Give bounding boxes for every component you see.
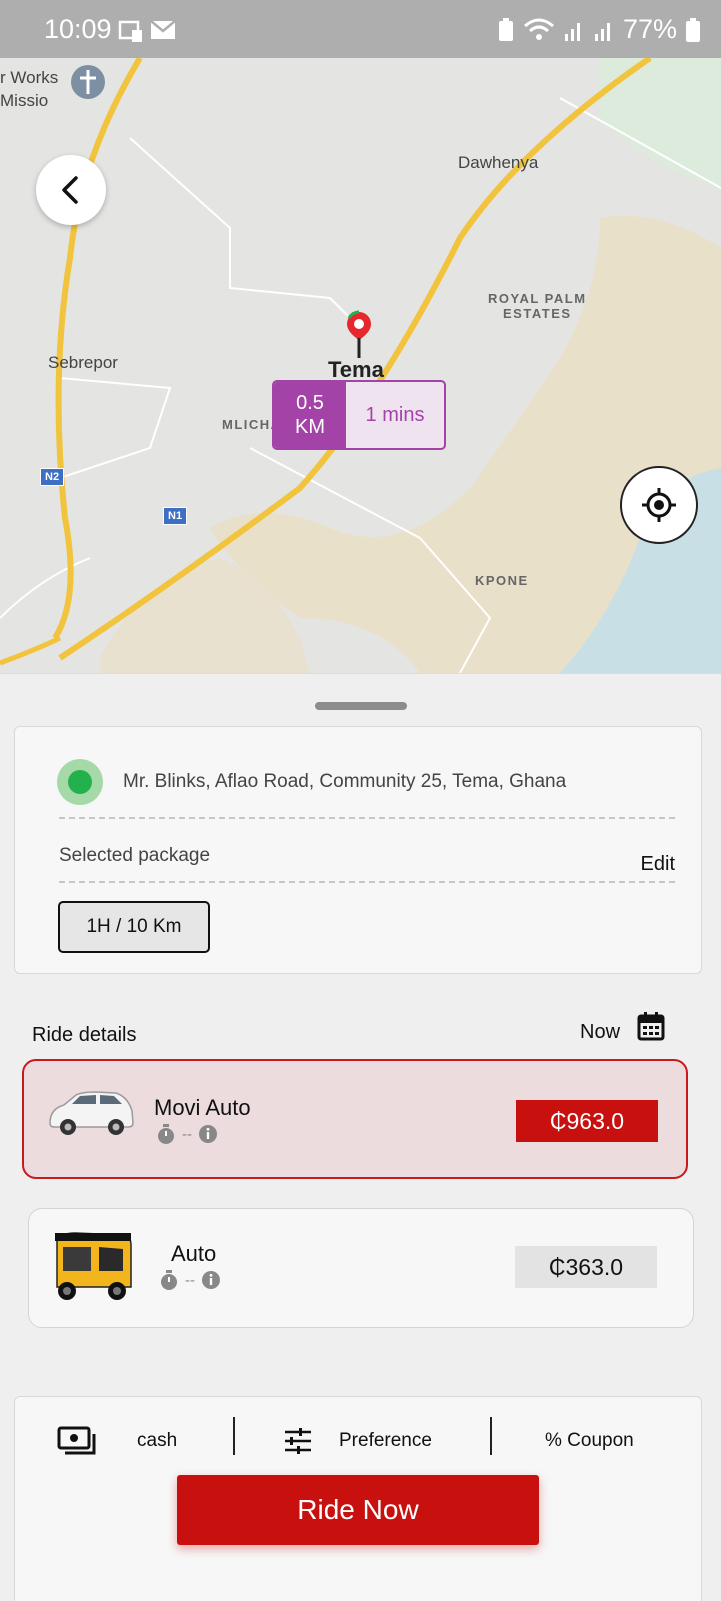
status-time: 10:09 — [44, 14, 112, 44]
signal-icon — [564, 22, 580, 41]
my-location-button[interactable] — [620, 466, 698, 544]
status-right: 77% — [497, 14, 701, 45]
eta-distance-unit: KM — [295, 416, 325, 438]
preference-label: Preference — [339, 1430, 432, 1451]
map-view[interactable]: r Works Missio Dawhenya Sebrepor ROYAL P… — [0, 58, 721, 673]
ride-option-name: Auto — [171, 1241, 217, 1266]
stopwatch-icon — [161, 1270, 177, 1290]
map-label-sebrepor: Sebrepor — [48, 353, 118, 372]
payment-method-button[interactable]: cash — [57, 1421, 177, 1461]
chevron-left-icon — [62, 176, 78, 204]
preference-button[interactable]: Preference — [283, 1421, 432, 1461]
cash-icon — [57, 1426, 96, 1455]
ride-now-button[interactable]: Ride Now — [177, 1475, 539, 1545]
royal-palm-text: ROYAL PALM — [488, 291, 587, 306]
ride-option-meta: -- — [159, 1269, 221, 1291]
pickup-card: Mr. Blinks, Aflao Road, Community 25, Te… — [14, 726, 702, 974]
separator — [490, 1417, 492, 1455]
stopwatch-icon — [158, 1124, 174, 1144]
road-shield-n1: N1 — [163, 507, 188, 525]
eta-distance: 0.5 KM — [274, 382, 346, 448]
ride-option-meta: -- — [156, 1123, 218, 1145]
ride-option-name: Movi Auto — [154, 1095, 251, 1120]
info-icon[interactable] — [198, 1124, 218, 1144]
package-chip[interactable]: 1H / 10 Km — [58, 901, 210, 953]
map-label-kpone: KPONE — [475, 573, 529, 588]
map-label-mission: Missio — [0, 91, 49, 110]
ride-option-eta: -- — [185, 1271, 195, 1289]
eta-time: 1 mins — [365, 403, 425, 426]
battery-saver-icon — [498, 17, 513, 41]
map-label-royal-palm: ROYAL PALM ESTATES — [488, 291, 587, 321]
auto-rickshaw-icon — [55, 1232, 132, 1300]
eta-distance-value: 0.5 — [296, 392, 324, 414]
ride-option-movi-auto[interactable]: Movi Auto -- ₵963.0 — [22, 1059, 688, 1179]
divider — [59, 881, 675, 883]
booking-footer: cash Preference % Coupon Ride Now — [14, 1396, 702, 1601]
separator — [233, 1417, 235, 1455]
map-label-works: r Works — [0, 68, 59, 87]
divider — [59, 817, 675, 819]
pickup-dot-icon — [57, 759, 103, 805]
back-button[interactable] — [36, 155, 106, 225]
pickup-address[interactable]: Mr. Blinks, Aflao Road, Community 25, Te… — [123, 771, 566, 793]
road-shield-n2: N2 — [40, 468, 65, 486]
ride-option-eta: -- — [182, 1125, 192, 1143]
ride-details-title: Ride details — [32, 1024, 137, 1046]
wifi-icon — [523, 18, 554, 40]
payment-label: cash — [137, 1430, 178, 1451]
bottom-sheet: Mr. Blinks, Aflao Road, Community 25, Te… — [0, 673, 721, 1601]
ride-option-price: ₵363.0 — [515, 1246, 657, 1288]
map-label-dawhenya: Dawhenya — [458, 153, 539, 172]
signal-icon-2 — [594, 22, 610, 41]
coupon-label: % Coupon — [545, 1430, 634, 1451]
battery-icon — [686, 17, 700, 42]
estates-text: ESTATES — [503, 306, 572, 321]
calendar-icon[interactable] — [637, 1011, 665, 1041]
car-icon — [49, 1091, 134, 1135]
mail-icon — [150, 20, 176, 39]
crosshair-icon — [642, 488, 676, 522]
sliders-icon — [285, 1428, 311, 1454]
notification-icon — [118, 20, 142, 42]
info-icon[interactable] — [201, 1270, 221, 1290]
church-icon — [71, 65, 105, 99]
ride-option-price: ₵963.0 — [516, 1100, 658, 1142]
ride-option-auto[interactable]: Auto -- ₵363.0 — [28, 1208, 694, 1328]
status-bar: 10:09 77% — [0, 0, 721, 58]
coupon-button[interactable]: % Coupon — [545, 1421, 634, 1461]
edit-package-button[interactable]: Edit — [641, 853, 675, 876]
sheet-drag-handle[interactable] — [315, 702, 407, 710]
battery-percentage: 77% — [622, 14, 677, 44]
eta-badge: 0.5 KM 1 mins — [272, 380, 446, 450]
schedule-now-label[interactable]: Now — [580, 1021, 620, 1044]
selected-package-label: Selected package — [59, 845, 211, 866]
